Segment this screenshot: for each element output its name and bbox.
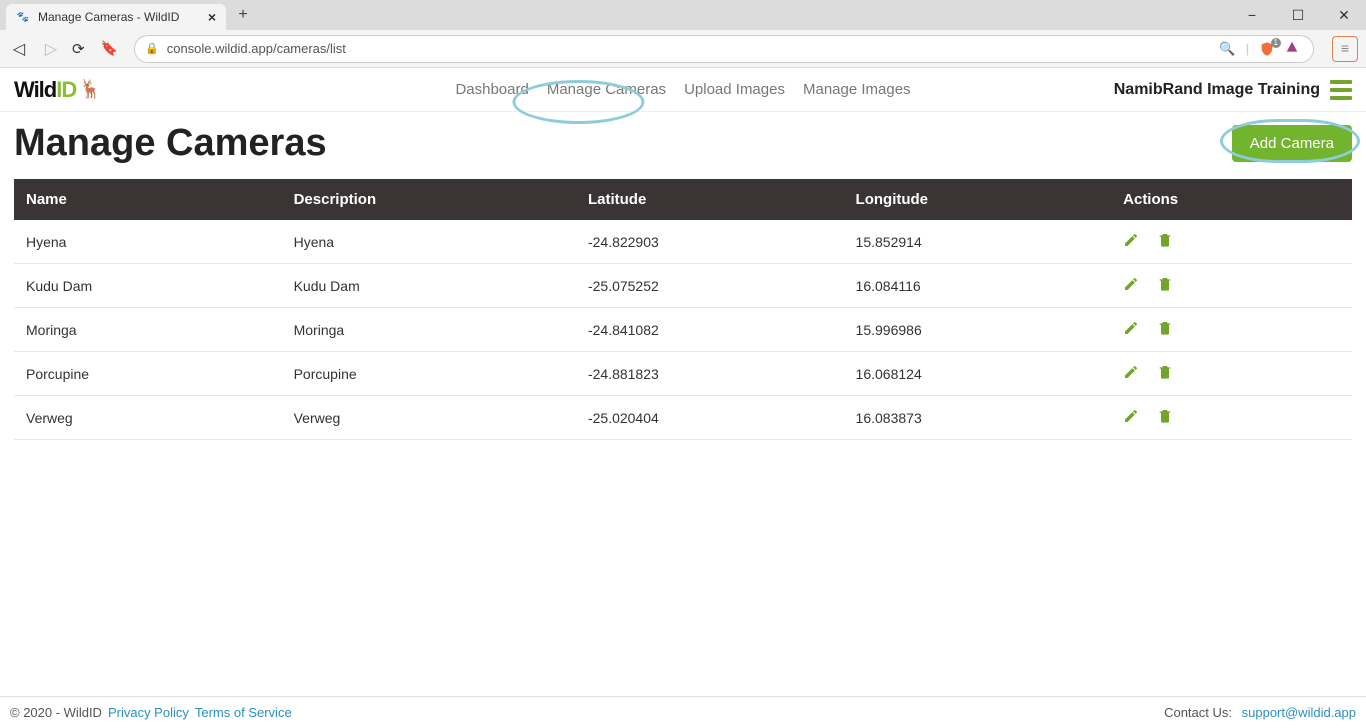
nav-manage-cameras[interactable]: Manage Cameras bbox=[547, 81, 666, 98]
cell-description: Porcupine bbox=[282, 352, 576, 396]
footer: © 2020 - WildID Privacy Policy Terms of … bbox=[0, 696, 1366, 728]
close-icon[interactable]: × bbox=[208, 9, 216, 25]
edit-icon[interactable] bbox=[1123, 408, 1139, 427]
cell-name: Kudu Dam bbox=[14, 264, 282, 308]
page-head: Manage Cameras Add Camera bbox=[14, 122, 1352, 165]
forward-button[interactable]: ▷ bbox=[40, 39, 62, 59]
table-row: PorcupinePorcupine-24.88182316.068124 bbox=[14, 352, 1352, 396]
nav-dashboard[interactable]: Dashboard bbox=[455, 81, 528, 98]
cell-latitude: -24.881823 bbox=[576, 352, 844, 396]
edit-icon[interactable] bbox=[1123, 364, 1139, 383]
browser-tabstrip: 🐾 Manage Cameras - WildID × + − ☐ ✕ bbox=[0, 0, 1366, 30]
bookmark-icon[interactable]: 🔖 bbox=[101, 40, 118, 57]
browser-tab[interactable]: 🐾 Manage Cameras - WildID × bbox=[6, 4, 226, 30]
copyright: © 2020 - WildID bbox=[10, 705, 102, 720]
table-row: VerwegVerweg-25.02040416.083873 bbox=[14, 396, 1352, 440]
col-description[interactable]: Description bbox=[282, 179, 576, 220]
page-content: Manage Cameras Add Camera Name Descripti… bbox=[0, 112, 1366, 696]
lock-icon: 🔒 bbox=[145, 42, 159, 55]
cell-description: Hyena bbox=[282, 220, 576, 264]
table-row: Kudu DamKudu Dam-25.07525216.084116 bbox=[14, 264, 1352, 308]
cell-description: Kudu Dam bbox=[282, 264, 576, 308]
cell-name: Hyena bbox=[14, 220, 282, 264]
table-row: MoringaMoringa-24.84108215.996986 bbox=[14, 308, 1352, 352]
cell-name: Verweg bbox=[14, 396, 282, 440]
cell-longitude: 16.084116 bbox=[844, 264, 1112, 308]
shield-icon[interactable]: 1 bbox=[1259, 41, 1275, 57]
edit-icon[interactable] bbox=[1123, 232, 1139, 251]
col-latitude[interactable]: Latitude bbox=[576, 179, 844, 220]
close-window-icon[interactable]: ✕ bbox=[1328, 7, 1360, 24]
cell-latitude: -25.075252 bbox=[576, 264, 844, 308]
nav-arrows: ◁ ▷ ⟳ bbox=[8, 39, 85, 59]
browser-menu-button[interactable]: ≡ bbox=[1332, 36, 1358, 62]
cell-actions bbox=[1111, 352, 1352, 396]
nav-upload-images[interactable]: Upload Images bbox=[684, 81, 785, 98]
add-camera-button[interactable]: Add Camera bbox=[1232, 125, 1352, 162]
favicon-icon: 🐾 bbox=[16, 10, 30, 24]
cell-name: Moringa bbox=[14, 308, 282, 352]
cell-latitude: -25.020404 bbox=[576, 396, 844, 440]
cell-longitude: 16.083873 bbox=[844, 396, 1112, 440]
delete-icon[interactable] bbox=[1157, 232, 1173, 251]
add-camera-wrap: Add Camera bbox=[1232, 125, 1352, 162]
deer-icon: 🦌 bbox=[79, 79, 100, 100]
cell-actions bbox=[1111, 220, 1352, 264]
delete-icon[interactable] bbox=[1157, 320, 1173, 339]
reload-button[interactable]: ⟳ bbox=[72, 40, 85, 58]
logo[interactable]: WildID🦌 bbox=[14, 77, 101, 103]
col-name[interactable]: Name bbox=[14, 179, 282, 220]
shield-count: 1 bbox=[1271, 38, 1281, 48]
contact-email[interactable]: support@wildid.app bbox=[1242, 705, 1356, 720]
cell-actions bbox=[1111, 264, 1352, 308]
window-controls: − ☐ ✕ bbox=[1236, 0, 1360, 30]
terms-link[interactable]: Terms of Service bbox=[195, 705, 292, 720]
delete-icon[interactable] bbox=[1157, 276, 1173, 295]
nav-manage-images[interactable]: Manage Images bbox=[803, 81, 911, 98]
delete-icon[interactable] bbox=[1157, 408, 1173, 427]
maximize-icon[interactable]: ☐ bbox=[1282, 7, 1314, 24]
site-menu-button[interactable] bbox=[1330, 80, 1352, 100]
tab-title: Manage Cameras - WildID bbox=[38, 10, 179, 24]
address-bar[interactable]: 🔒 console.wildid.app/cameras/list 🔍 | 1 bbox=[134, 35, 1314, 63]
site-header: WildID🦌 Dashboard Manage Cameras Upload … bbox=[0, 68, 1366, 112]
table-header-row: Name Description Latitude Longitude Acti… bbox=[14, 179, 1352, 220]
cell-name: Porcupine bbox=[14, 352, 282, 396]
brave-icon[interactable] bbox=[1285, 40, 1299, 57]
new-tab-button[interactable]: + bbox=[232, 4, 254, 26]
cell-longitude: 15.852914 bbox=[844, 220, 1112, 264]
contact-label: Contact Us: bbox=[1164, 705, 1232, 720]
zoom-icon[interactable]: 🔍 bbox=[1219, 41, 1235, 57]
back-button[interactable]: ◁ bbox=[8, 39, 30, 59]
cell-actions bbox=[1111, 396, 1352, 440]
cell-description: Verweg bbox=[282, 396, 576, 440]
cell-longitude: 15.996986 bbox=[844, 308, 1112, 352]
delete-icon[interactable] bbox=[1157, 364, 1173, 383]
page-title: Manage Cameras bbox=[14, 122, 327, 165]
project-name[interactable]: NamibRand Image Training bbox=[1114, 81, 1320, 99]
cell-description: Moringa bbox=[282, 308, 576, 352]
col-longitude[interactable]: Longitude bbox=[844, 179, 1112, 220]
cell-longitude: 16.068124 bbox=[844, 352, 1112, 396]
edit-icon[interactable] bbox=[1123, 320, 1139, 339]
table-row: HyenaHyena-24.82290315.852914 bbox=[14, 220, 1352, 264]
contact-block: Contact Us: support@wildid.app bbox=[1164, 705, 1356, 720]
url-text: console.wildid.app/cameras/list bbox=[167, 41, 346, 56]
cell-latitude: -24.841082 bbox=[576, 308, 844, 352]
address-bar-row: ◁ ▷ ⟳ 🔖 🔒 console.wildid.app/cameras/lis… bbox=[0, 30, 1366, 68]
main-nav: Dashboard Manage Cameras Upload Images M… bbox=[455, 81, 910, 98]
privacy-link[interactable]: Privacy Policy bbox=[108, 705, 189, 720]
col-actions: Actions bbox=[1111, 179, 1352, 220]
cell-actions bbox=[1111, 308, 1352, 352]
edit-icon[interactable] bbox=[1123, 276, 1139, 295]
cameras-table: Name Description Latitude Longitude Acti… bbox=[14, 179, 1352, 440]
minimize-icon[interactable]: − bbox=[1236, 7, 1268, 23]
cell-latitude: -24.822903 bbox=[576, 220, 844, 264]
